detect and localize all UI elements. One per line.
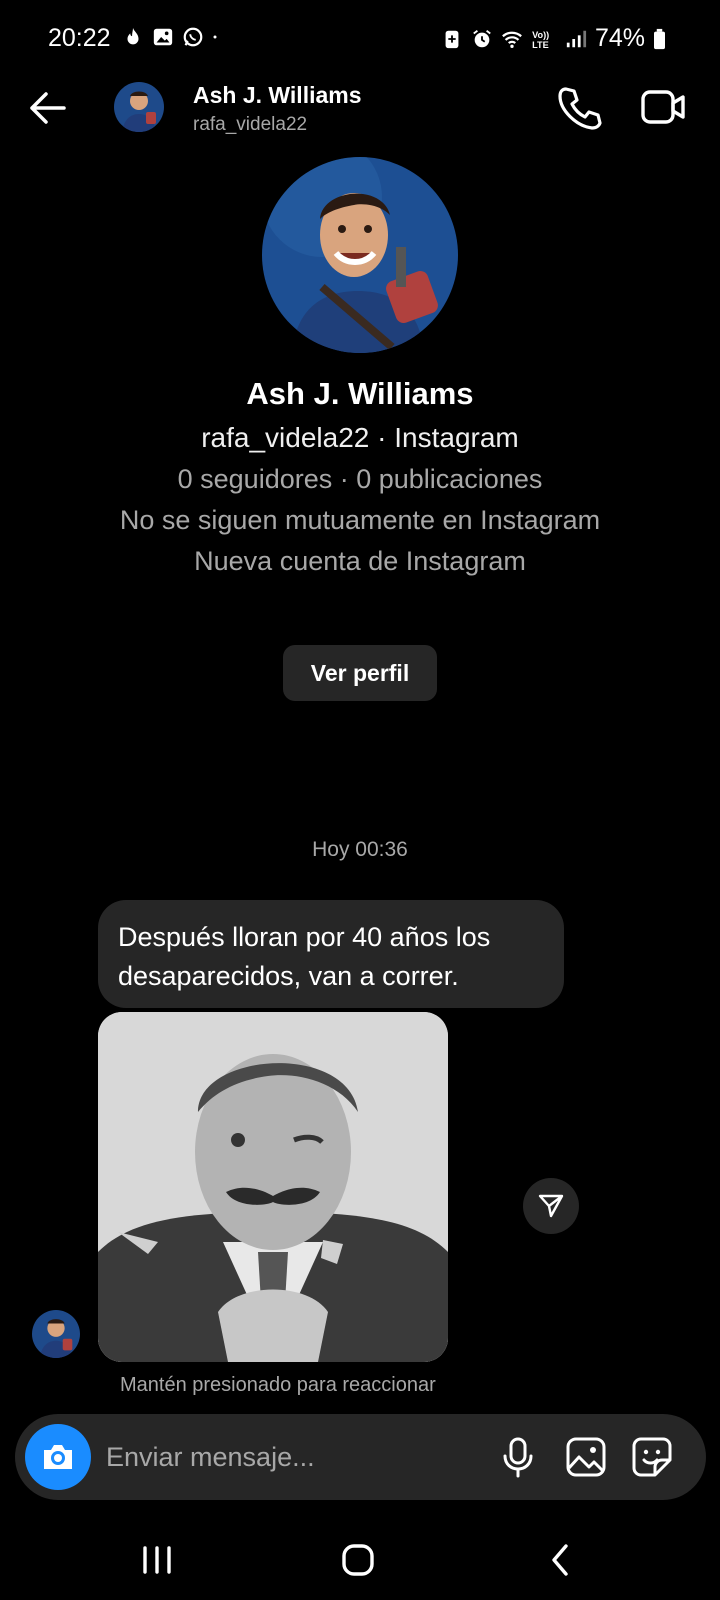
send-paper-plane-icon [538,1194,564,1218]
header-name[interactable]: Ash J. Williams [193,82,362,109]
profile-new-account: Nueva cuenta de Instagram [194,546,526,576]
message-bubble[interactable]: Después lloran por 40 años los desaparec… [98,900,564,1008]
system-nav-bar [0,1520,720,1600]
gallery-icon[interactable] [563,1434,609,1480]
profile-mutual-status: No se siguen mutuamente en Instagram [119,505,601,535]
volte-icon: Vo))LTE [532,30,549,50]
alarm-icon [473,29,491,47]
profile-handle: rafa_videla22 · Instagram [201,422,519,453]
image-icon [153,28,173,46]
whatsapp-icon [183,27,203,47]
camera-icon [44,1445,72,1469]
message-timestamp: Hoy 00:36 [312,838,408,861]
header-username[interactable]: rafa_videla22 [193,114,307,136]
status-time: 20:22 [48,24,111,52]
back-arrow-icon[interactable] [24,86,74,130]
nav-back-icon[interactable] [548,1542,572,1578]
status-left-icons [122,26,224,48]
sender-avatar[interactable] [32,1310,80,1358]
view-profile-button[interactable]: Ver perfil [283,645,437,701]
status-bar: 20:22 Vo)) LTE 74% [0,0,720,80]
dot-icon [213,35,217,39]
photo-attachment [98,1012,448,1362]
signal-icon [566,30,587,47]
share-button[interactable] [523,1178,579,1234]
battery-percentage: 74% [594,24,645,52]
profile-name: Ash J. Williams [246,376,474,411]
status-right: Vo)) LTE 74% [441,24,666,53]
wifi-icon [502,31,522,48]
message-composer [15,1414,706,1500]
profile-picture-image [262,157,458,353]
video-call-icon[interactable] [640,86,688,128]
home-icon[interactable] [340,1542,376,1578]
message-image[interactable] [98,1012,448,1362]
phone-call-icon[interactable] [556,84,602,130]
message-input[interactable] [106,1434,466,1480]
sender-avatar-image [32,1310,80,1358]
avatar-image [114,82,164,132]
reaction-hint: Mantén presionado para reaccionar [120,1374,436,1396]
battery-icon [654,28,665,49]
camera-button[interactable] [25,1424,91,1490]
battery-saver-icon [445,30,459,48]
microphone-icon[interactable] [495,1434,541,1480]
profile-picture[interactable] [262,157,458,353]
profile-stats: 0 seguidores · 0 publicaciones [177,464,543,494]
fire-icon [127,27,139,45]
sticker-icon[interactable] [629,1434,675,1480]
svg-text:Vo)): Vo)) [532,30,549,40]
header-avatar[interactable] [114,82,164,132]
svg-text:LTE: LTE [532,40,549,50]
recents-icon[interactable] [140,1542,174,1578]
